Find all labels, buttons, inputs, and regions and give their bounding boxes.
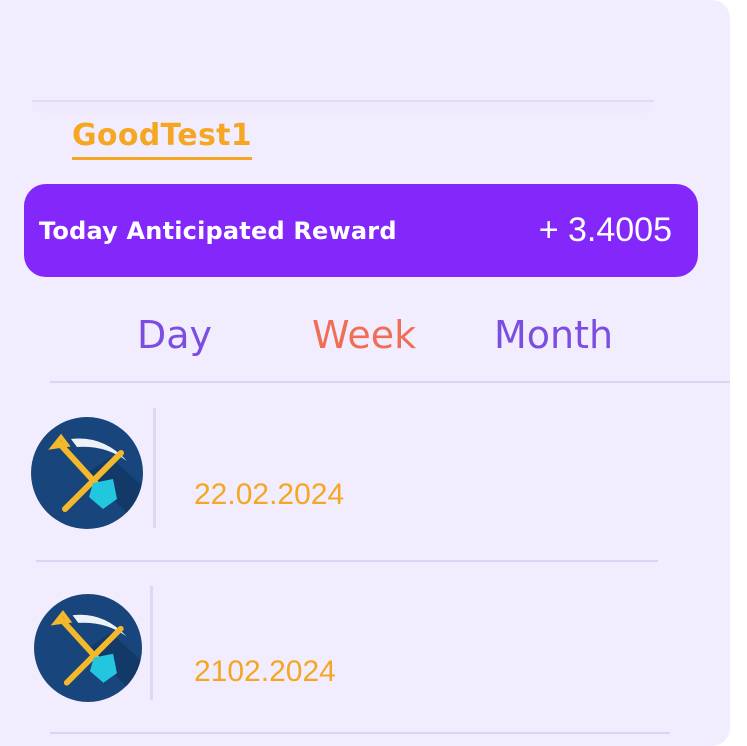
reward-banner: Today Anticipated Reward + 3.4005 [24, 184, 698, 277]
row-divider [36, 560, 658, 562]
row-divider [50, 732, 670, 734]
item-date: 2102.2024 [194, 655, 336, 688]
tab-week[interactable]: Week [312, 313, 416, 357]
tab-day[interactable]: Day [137, 313, 212, 357]
item-date: 22.02.2024 [194, 478, 345, 511]
pickaxe-shovel-icon [31, 417, 143, 529]
list-item[interactable]: 22.02.2024 [0, 400, 730, 550]
pickaxe-shovel-icon [34, 594, 142, 702]
reward-label: Today Anticipated Reward [39, 217, 397, 245]
list-item[interactable]: 2102.2024 [0, 580, 730, 730]
header-divider [32, 100, 654, 102]
item-separator [153, 408, 156, 528]
username-link[interactable]: GoodTest1 [72, 118, 252, 160]
mining-rewards-panel: GoodTest1 Today Anticipated Reward + 3.4… [0, 0, 730, 746]
tabs-divider [50, 381, 730, 383]
item-separator [150, 586, 153, 700]
tab-month[interactable]: Month [494, 313, 613, 357]
reward-value: + 3.4005 [538, 211, 672, 249]
